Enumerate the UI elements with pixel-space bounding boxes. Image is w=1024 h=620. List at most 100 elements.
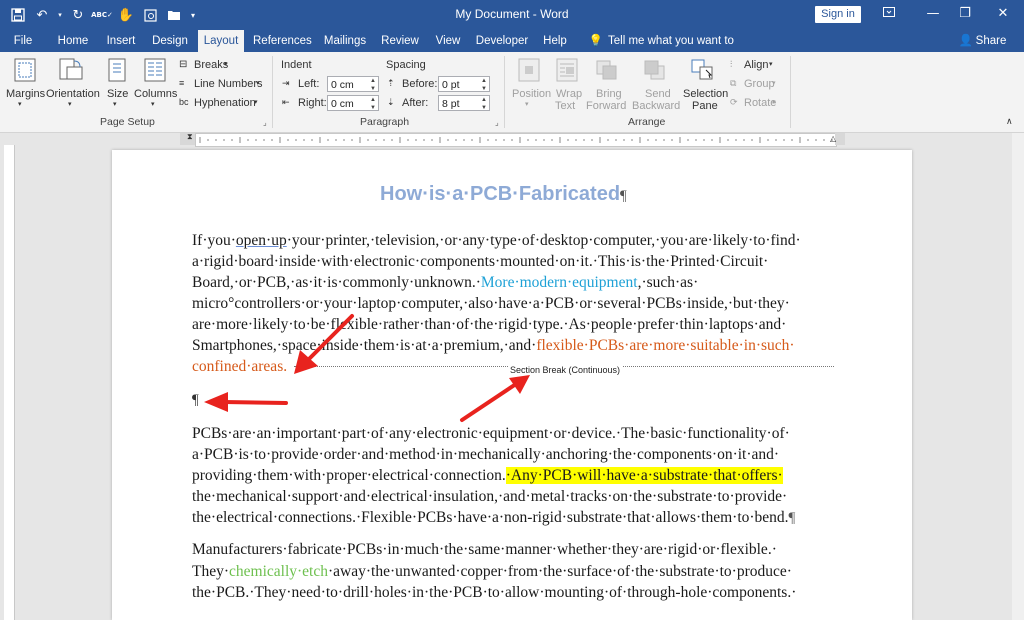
tab-mailings[interactable]: Mailings: [322, 30, 368, 52]
document-heading[interactable]: How·is·a·PCB·Fabricated¶: [380, 183, 627, 206]
tab-layout[interactable]: Layout: [198, 30, 244, 52]
tab-view[interactable]: View: [432, 30, 464, 52]
margins-dropdown-icon[interactable]: ▾: [18, 100, 22, 108]
send-backward-button[interactable]: Send: [645, 88, 671, 100]
indent-marker-icon[interactable]: ⧗: [187, 132, 193, 142]
position-button[interactable]: Position: [512, 88, 551, 100]
margins-icon: [14, 58, 36, 82]
paragraph-group-label: Paragraph: [360, 116, 410, 128]
para2-line1[interactable]: PCBs·are·an·important·part·of·any·electr…: [192, 425, 790, 443]
pilcrow-mark: ¶: [620, 188, 627, 204]
para2-line2[interactable]: a·PCB·is·to·provide·order·and·method·in·…: [192, 446, 779, 464]
ruler-ticks: [199, 137, 833, 143]
para3-line1[interactable]: Manufacturers·fabricate·PCBs·in·much·the…: [192, 541, 777, 559]
tab-home[interactable]: Home: [55, 30, 91, 52]
indent-left-input[interactable]: 0 cm ▲ ▼: [327, 76, 379, 92]
arrange-group-label: Arrange: [628, 116, 666, 128]
touch-mode-icon[interactable]: ✋: [116, 5, 136, 25]
hyphenation-dropdown-icon[interactable]: ▾: [254, 98, 258, 106]
spacing-label: Spacing: [386, 59, 426, 71]
para1-line6[interactable]: Smartphones,·space·inside·them·is·at·a·p…: [192, 337, 795, 355]
para1-line2[interactable]: a·rigid·board·inside·with·electronic·com…: [192, 253, 768, 271]
tab-design[interactable]: Design: [150, 30, 190, 52]
minimize-icon[interactable]: —: [922, 4, 944, 24]
spacing-after-icon: ⇣: [387, 97, 395, 107]
close-icon[interactable]: ✕: [992, 4, 1014, 24]
line-numbers-dropdown-icon[interactable]: ▾: [256, 79, 260, 87]
undo-dropdown-icon[interactable]: ▾: [56, 5, 64, 25]
page-gutter: [92, 150, 112, 620]
rotate-dropdown-icon[interactable]: ▾: [772, 98, 776, 106]
indent-right-input[interactable]: 0 cm ▲ ▼: [327, 95, 379, 111]
para2-line3[interactable]: providing·them·with·proper·electrical·co…: [192, 467, 783, 485]
hyphenation-button[interactable]: Hyphenation: [194, 97, 256, 109]
para2-line4[interactable]: the·mechanical·support·and·electrical·in…: [192, 488, 787, 506]
orientation-button[interactable]: Orientation: [46, 88, 100, 100]
margins-button[interactable]: Margins: [6, 88, 45, 100]
breaks-dropdown-icon[interactable]: ▾: [224, 60, 228, 68]
para1-line3[interactable]: Board,·or·PCB,·as·it·is·commonly·unknown…: [192, 274, 698, 292]
position-dropdown-icon[interactable]: ▾: [525, 100, 529, 108]
print-preview-icon[interactable]: [140, 5, 160, 25]
para2-line5[interactable]: the·electrical·connections.·Flexible·PCB…: [192, 509, 795, 527]
customize-toolbar-icon[interactable]: ▾: [188, 5, 198, 25]
para3-line2[interactable]: They·chemically·etch·away·the·unwanted·c…: [192, 563, 792, 581]
wrap-text-button-line2[interactable]: Text: [555, 100, 575, 112]
collapse-ribbon-icon[interactable]: ∧: [1006, 116, 1013, 127]
tab-help[interactable]: Help: [538, 30, 572, 52]
open-folder-icon[interactable]: [164, 5, 184, 25]
para1-line5[interactable]: are·more·likely·to·be·flexible·rather·th…: [192, 316, 786, 334]
share-button[interactable]: Share: [974, 30, 1008, 52]
group-button[interactable]: Group: [744, 78, 775, 90]
wrap-text-button[interactable]: Wrap: [556, 88, 582, 100]
empty-paragraph-mark[interactable]: ¶: [192, 392, 199, 409]
tab-file[interactable]: File: [8, 30, 38, 52]
redo-icon[interactable]: ↻: [68, 5, 88, 25]
section-break-marker[interactable]: Section Break (Continuous): [294, 365, 834, 377]
group-icon: ⧉: [730, 78, 737, 88]
ribbon-tabs: File Home Insert Design Layout Reference…: [0, 30, 1024, 69]
page-setup-launcher-icon[interactable]: ⌟: [263, 118, 267, 127]
para1-line1[interactable]: If·you·open·up·your·printer,·television,…: [192, 232, 801, 250]
sign-in-button[interactable]: Sign in: [815, 6, 861, 23]
align-button[interactable]: Align: [744, 59, 768, 71]
text-run: ,·such·as·: [637, 274, 699, 291]
right-indent-marker-icon[interactable]: △: [830, 134, 836, 143]
tell-me-search[interactable]: Tell me what you want to do: [608, 30, 748, 69]
horizontal-ruler[interactable]: [195, 133, 837, 147]
tab-references[interactable]: References: [253, 30, 312, 52]
send-backward-button-line2[interactable]: Backward: [632, 100, 680, 112]
spacing-after-input[interactable]: 8 pt ▲ ▼: [438, 95, 490, 111]
text-run: They·: [192, 563, 230, 580]
line-numbers-button[interactable]: Line Numbers: [194, 78, 262, 90]
undo-icon[interactable]: ↶: [32, 5, 52, 25]
para3-line3[interactable]: the·PCB.·They·need·to·drill·holes·in·the…: [192, 584, 796, 602]
para1-line4[interactable]: micro°controllers·or·your·laptop·compute…: [192, 295, 790, 313]
tab-review[interactable]: Review: [380, 30, 420, 52]
tab-insert[interactable]: Insert: [103, 30, 139, 52]
blue-text-run: More·modern·equipment: [480, 274, 638, 291]
size-dropdown-icon[interactable]: ▾: [113, 100, 117, 108]
tab-developer[interactable]: Developer: [475, 30, 529, 52]
spelling-icon[interactable]: ABC✓: [91, 5, 113, 25]
align-dropdown-icon[interactable]: ▾: [769, 60, 773, 68]
columns-dropdown-icon[interactable]: ▾: [151, 100, 155, 108]
lightbulb-icon[interactable]: 💡: [588, 30, 604, 52]
selection-pane-button-line2[interactable]: Pane: [692, 100, 718, 112]
columns-button[interactable]: Columns: [134, 88, 177, 100]
vertical-ruler[interactable]: [4, 145, 15, 620]
restore-icon[interactable]: ❐: [954, 4, 976, 24]
spacing-before-input[interactable]: 0 pt ▲ ▼: [438, 76, 490, 92]
group-dropdown-icon[interactable]: ▾: [772, 79, 776, 87]
bring-forward-button[interactable]: Bring: [596, 88, 622, 100]
size-button[interactable]: Size: [107, 88, 128, 100]
save-icon[interactable]: [8, 5, 28, 25]
vertical-scrollbar[interactable]: [1012, 133, 1024, 620]
selection-pane-button[interactable]: Selection: [683, 88, 728, 100]
para1-line7[interactable]: confined·areas.: [192, 358, 287, 376]
orientation-dropdown-icon[interactable]: ▾: [68, 100, 72, 108]
paragraph-launcher-icon[interactable]: ⌟: [495, 118, 499, 127]
bring-forward-button-line2[interactable]: Forward: [586, 100, 626, 112]
ribbon-display-options-icon[interactable]: [878, 4, 900, 24]
person-icon[interactable]: 👤: [958, 30, 974, 52]
